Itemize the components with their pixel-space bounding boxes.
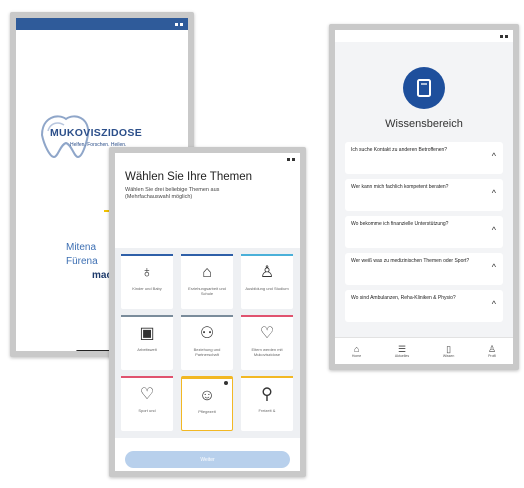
faq-item[interactable]: Ich suche Kontakt zu anderen Betroffenen… bbox=[345, 142, 503, 174]
tab-label: Aktuelles bbox=[394, 354, 410, 358]
page-title: Wählen Sie Ihre Themen bbox=[125, 171, 252, 183]
content-area: Wissensbereich Ich suche Kontakt zu ande… bbox=[335, 42, 513, 346]
status-icons bbox=[175, 22, 183, 26]
faq-question: Wo bekomme ich finanzielle Unterstützung… bbox=[351, 221, 449, 227]
status-bar bbox=[16, 18, 188, 30]
faq-question: Wo sind Ambulanzen, Reha-Kliniken & Phys… bbox=[351, 295, 456, 301]
topic-tile-eltern[interactable]: ♡ Eltern werden mit Mukoviszidose bbox=[241, 315, 293, 370]
tab-profil[interactable]: ♙ Profil bbox=[488, 344, 496, 358]
topic-tile-pflegezeit[interactable]: ☺ Pflegezeit bbox=[181, 376, 233, 431]
tile-accent bbox=[181, 315, 233, 317]
tile-label: Beziehung und Partnerschaft bbox=[193, 347, 221, 357]
topics-phone: Wählen Sie Ihre Themen Wählen Sie drei b… bbox=[109, 147, 306, 477]
faq-question: Ich suche Kontakt zu anderen Betroffenen… bbox=[351, 147, 448, 153]
topic-grid: ♁ Kinder und Baby ⌂ Erziehungsarbeit und… bbox=[115, 248, 300, 438]
chevron-up-icon[interactable]: ^ bbox=[492, 225, 496, 235]
tab-home[interactable]: ⌂ Home bbox=[352, 344, 361, 358]
person-icon: ♙ bbox=[488, 344, 497, 354]
faq-question: Wer kann mich fachlich kompetent beraten… bbox=[351, 184, 449, 190]
school-icon: ⌂ bbox=[202, 264, 212, 281]
weiter-button[interactable]: Weiter bbox=[125, 451, 290, 468]
person-icon: ☺ bbox=[198, 387, 216, 404]
page-subtitle: Wählen Sie drei beliebige Themen aus (Me… bbox=[125, 187, 220, 200]
selected-indicator bbox=[224, 381, 228, 385]
chevron-up-icon[interactable]: ^ bbox=[492, 188, 496, 198]
tab-wissen[interactable]: ▯ Wissen bbox=[443, 344, 454, 358]
tile-accent bbox=[182, 377, 232, 379]
splash-text-line-2: Fürena bbox=[66, 256, 98, 267]
tile-label: Sport und bbox=[138, 408, 156, 413]
tab-aktuelles[interactable]: ☰ Aktuelles bbox=[395, 344, 409, 358]
logo-name: MUKOVISZIDOSE bbox=[50, 127, 142, 139]
tab-bar: ⌂ Home ☰ Aktuelles ▯ Wissen ♙ Profil bbox=[335, 337, 513, 364]
topic-tile-ausbildung[interactable]: ♙ Ausbildung und Studium bbox=[241, 254, 293, 309]
heart-monitor-icon: ♡ bbox=[139, 386, 155, 403]
home-icon: ⌂ bbox=[353, 344, 360, 354]
tile-label: Ausbildung und Studium bbox=[245, 286, 289, 291]
topic-tile-schule[interactable]: ⌂ Erziehungsarbeit und Schule bbox=[181, 254, 233, 309]
chevron-up-icon[interactable]: ^ bbox=[492, 299, 496, 309]
graduation-icon: ♙ bbox=[259, 264, 275, 281]
tile-label: Kinder und Baby bbox=[132, 286, 162, 291]
tile-accent bbox=[121, 254, 173, 256]
faq-item[interactable]: Wo bekomme ich finanzielle Unterstützung… bbox=[345, 216, 503, 248]
topic-tile-arbeitswelt[interactable]: ▣ Arbeitswelt bbox=[121, 315, 173, 370]
status-bar bbox=[335, 30, 513, 42]
tab-label: Profil bbox=[488, 354, 497, 358]
tile-accent bbox=[241, 376, 293, 378]
faq-item[interactable]: Wer weiß was zu medizinischen Themen ode… bbox=[345, 253, 503, 285]
book-glyph-icon bbox=[417, 79, 431, 97]
book-icon: ▯ bbox=[446, 344, 452, 354]
tile-label: Pflegezeit bbox=[198, 409, 216, 414]
knowledge-phone: Wissensbereich Ich suche Kontakt zu ande… bbox=[329, 24, 519, 370]
book-icon bbox=[403, 67, 445, 109]
topic-tile-kinder[interactable]: ♁ Kinder und Baby bbox=[121, 254, 173, 309]
tile-accent bbox=[121, 376, 173, 378]
status-icons bbox=[500, 34, 508, 38]
faq-question: Wer weiß was zu medizinischen Themen ode… bbox=[351, 258, 470, 264]
topic-tile-sport[interactable]: ♡ Sport und bbox=[121, 376, 173, 431]
walking-icon: ⚲ bbox=[261, 386, 273, 403]
tile-accent bbox=[241, 315, 293, 317]
baby-bottle-icon: ♁ bbox=[141, 264, 153, 281]
tile-accent bbox=[241, 254, 293, 256]
topic-tile-beziehung[interactable]: ⚇ Beziehung und Partnerschaft bbox=[181, 315, 233, 370]
faq-item[interactable]: Wer kann mich fachlich kompetent beraten… bbox=[345, 179, 503, 211]
people-icon: ⚇ bbox=[199, 325, 215, 342]
tile-accent bbox=[181, 254, 233, 256]
briefcase-icon: ▣ bbox=[139, 325, 155, 342]
page-title: Wissensbereich bbox=[385, 118, 463, 130]
tile-label: Freizeit & bbox=[258, 408, 276, 413]
topic-tile-freizeit[interactable]: ⚲ Freizeit & bbox=[241, 376, 293, 431]
tab-label: Wissen bbox=[442, 354, 455, 358]
status-bar bbox=[115, 153, 300, 165]
tile-label: Erziehungsarbeit und Schule bbox=[188, 286, 226, 296]
news-icon: ☰ bbox=[397, 344, 407, 354]
status-icons bbox=[287, 157, 295, 161]
tile-label: Eltern werden mit Mukoviszidose bbox=[251, 347, 283, 357]
tile-label: Arbeitswelt bbox=[137, 347, 157, 352]
tile-accent bbox=[121, 315, 173, 317]
splash-text-line-1: Mitena bbox=[66, 242, 97, 253]
heart-hands-icon: ♡ bbox=[259, 325, 275, 342]
chevron-up-icon[interactable]: ^ bbox=[492, 151, 496, 161]
faq-item[interactable]: Wo sind Ambulanzen, Reha-Kliniken & Phys… bbox=[345, 290, 503, 322]
tab-label: Home bbox=[351, 354, 362, 358]
chevron-up-icon[interactable]: ^ bbox=[492, 262, 496, 272]
